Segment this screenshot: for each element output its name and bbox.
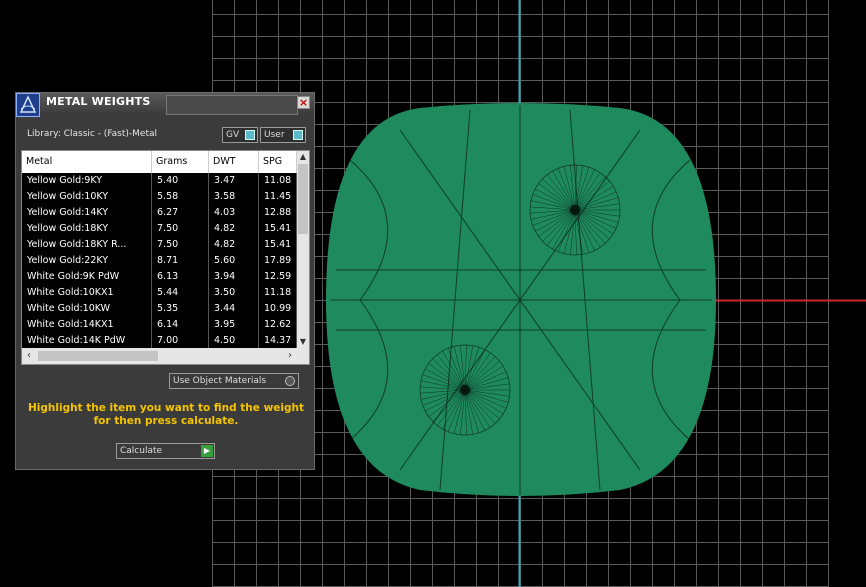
title-grip[interactable] xyxy=(166,95,298,115)
table-cell: 6.14 xyxy=(152,317,209,333)
column-header-metal[interactable]: Metal xyxy=(22,151,152,173)
table-cell: 3.50 xyxy=(209,285,259,301)
table-cell: 5.58 xyxy=(152,189,209,205)
table-cell: Yellow Gold:22KY xyxy=(22,253,152,269)
table-cell: 17.89 xyxy=(259,253,297,269)
table-cell: White Gold:14KX1 xyxy=(22,317,152,333)
calculate-button[interactable]: Calculate ▶ xyxy=(116,443,215,459)
table-cell: 7.50 xyxy=(152,237,209,253)
gem-wireframe[interactable] xyxy=(326,103,716,496)
radio-icon[interactable] xyxy=(285,376,295,386)
library-label: Library: Classic - (Fast)-Metal xyxy=(27,129,158,139)
table-cell: 4.03 xyxy=(209,205,259,221)
table-row[interactable]: White Gold:10KX1 5.44 3.50 11.18 xyxy=(22,285,297,301)
use-object-materials-label: Use Object Materials xyxy=(173,376,267,386)
table-cell: White Gold:14K PdW xyxy=(22,333,152,349)
table-cell: 3.47 xyxy=(209,173,259,189)
table-header: Metal Grams DWT SPG xyxy=(22,151,297,173)
table-row[interactable]: Yellow Gold:18KY 7.50 4.82 15.41 xyxy=(22,221,297,237)
horizontal-scrollbar[interactable]: ‹ › xyxy=(22,348,297,364)
table-cell: Yellow Gold:18KY xyxy=(22,221,152,237)
table-cell: 5.40 xyxy=(152,173,209,189)
gv-toggle[interactable]: GV xyxy=(222,127,258,143)
table-row[interactable]: Yellow Gold:9KY 5.40 3.47 11.08 xyxy=(22,173,297,189)
metal-table[interactable]: Metal Grams DWT SPG Yellow Gold:9KY 5.40 3… xyxy=(21,150,310,365)
table-cell: Yellow Gold:14KY xyxy=(22,205,152,221)
instructions-line: for then press calculate. xyxy=(93,415,239,427)
scroll-corner xyxy=(297,348,309,364)
table-cell: White Gold:10KW xyxy=(22,301,152,317)
table-cell: 7.50 xyxy=(152,221,209,237)
table-cell: Yellow Gold:9KY xyxy=(22,173,152,189)
close-icon[interactable]: × xyxy=(297,96,310,109)
gv-toggle-label: GV xyxy=(226,130,240,140)
table-cell: 11.18 xyxy=(259,285,297,301)
table-cell: 3.58 xyxy=(209,189,259,205)
table-cell: 4.82 xyxy=(209,221,259,237)
vertical-scrollbar[interactable]: ▲ ▼ xyxy=(297,151,309,348)
table-cell: 3.95 xyxy=(209,317,259,333)
table-row[interactable]: Yellow Gold:10KY 5.58 3.58 11.45 xyxy=(22,189,297,205)
column-header-grams[interactable]: Grams xyxy=(152,151,209,173)
toggle-knob xyxy=(293,130,303,140)
column-header-spg[interactable]: SPG xyxy=(259,151,297,173)
table-cell: 3.94 xyxy=(209,269,259,285)
play-arrow-icon[interactable]: ▶ xyxy=(201,445,213,457)
scroll-right-icon[interactable]: › xyxy=(283,348,297,364)
user-toggle[interactable]: User xyxy=(260,127,306,143)
scroll-thumb[interactable] xyxy=(38,351,158,361)
table-cell: 3.44 xyxy=(209,301,259,317)
table-cell: 6.13 xyxy=(152,269,209,285)
panel-titlebar[interactable]: METAL WEIGHTS × xyxy=(16,93,314,117)
table-row[interactable]: White Gold:14K PdW 7.00 4.50 14.37 xyxy=(22,333,297,349)
table-cell: White Gold:9K PdW xyxy=(22,269,152,285)
table-cell: 8.71 xyxy=(152,253,209,269)
table-row[interactable]: White Gold:9K PdW 6.13 3.94 12.59 xyxy=(22,269,297,285)
table-cell: 12.59 xyxy=(259,269,297,285)
table-row[interactable]: Yellow Gold:22KY 8.71 5.60 17.89 xyxy=(22,253,297,269)
table-row[interactable]: White Gold:14KX1 6.14 3.95 12.62 xyxy=(22,317,297,333)
scroll-thumb[interactable] xyxy=(298,164,308,234)
scroll-up-icon[interactable]: ▲ xyxy=(297,151,309,163)
table-cell: 4.82 xyxy=(209,237,259,253)
panel-title: METAL WEIGHTS xyxy=(46,95,151,108)
table-row[interactable]: Yellow Gold:18KY R... 7.50 4.82 15.41 xyxy=(22,237,297,253)
table-cell: 5.44 xyxy=(152,285,209,301)
table-cell: 7.00 xyxy=(152,333,209,349)
table-cell: 5.60 xyxy=(209,253,259,269)
table-cell: 10.99 xyxy=(259,301,297,317)
column-header-dwt[interactable]: DWT xyxy=(209,151,259,173)
metal-weights-panel: METAL WEIGHTS × Library: Classic - (Fast… xyxy=(15,92,315,470)
table-row[interactable]: Yellow Gold:14KY 6.27 4.03 12.88 xyxy=(22,205,297,221)
instructions-line: Highlight the item you want to find the … xyxy=(28,402,304,414)
table-row[interactable]: White Gold:10KW 5.35 3.44 10.99 xyxy=(22,301,297,317)
scroll-left-icon[interactable]: ‹ xyxy=(22,348,36,364)
table-cell: 12.62 xyxy=(259,317,297,333)
table-cell: 15.41 xyxy=(259,221,297,237)
user-toggle-label: User xyxy=(264,130,285,140)
use-object-materials-option[interactable]: Use Object Materials xyxy=(169,373,299,389)
table-cell: 4.50 xyxy=(209,333,259,349)
table-cell: 11.08 xyxy=(259,173,297,189)
app-logo-icon xyxy=(16,93,40,117)
table-cell: Yellow Gold:18KY R... xyxy=(22,237,152,253)
scroll-down-icon[interactable]: ▼ xyxy=(297,336,309,348)
table-cell: Yellow Gold:10KY xyxy=(22,189,152,205)
table-cell: 11.45 xyxy=(259,189,297,205)
table-cell: 15.41 xyxy=(259,237,297,253)
toggle-knob xyxy=(245,130,255,140)
table-cell: White Gold:10KX1 xyxy=(22,285,152,301)
table-cell: 14.37 xyxy=(259,333,297,349)
table-cell: 12.88 xyxy=(259,205,297,221)
table-cell: 5.35 xyxy=(152,301,209,317)
instructions-text: Highlight the item you want to find the … xyxy=(26,402,306,428)
table-cell: 6.27 xyxy=(152,205,209,221)
calculate-label: Calculate xyxy=(120,446,163,456)
